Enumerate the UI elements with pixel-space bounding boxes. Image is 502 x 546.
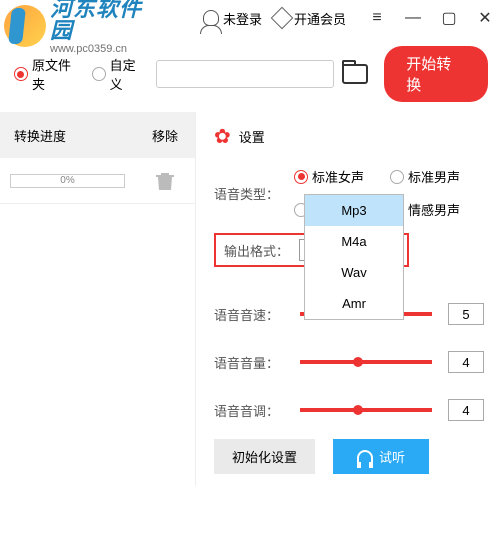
gear-icon: ✿: [214, 124, 231, 149]
start-convert-button[interactable]: 开始转换: [384, 46, 488, 102]
output-path-input[interactable]: [156, 60, 334, 88]
pitch-label: 语音音调：: [214, 401, 284, 420]
delete-button[interactable]: [135, 171, 195, 191]
radio-custom-label: 自定义: [110, 55, 149, 93]
volume-slider[interactable]: [300, 360, 432, 364]
format-option[interactable]: M4a: [305, 226, 403, 257]
col-progress-header: 转换进度: [0, 126, 135, 145]
col-remove-header: 移除: [135, 126, 195, 145]
voice-label: 情感男声: [408, 200, 460, 219]
radio-std-male[interactable]: 标准男声: [390, 167, 460, 186]
volume-label: 语音音量：: [214, 353, 284, 372]
list-item: 0%: [0, 158, 195, 204]
headphones-icon: [357, 450, 373, 464]
title-bar: 未登录 开通会员 ≡ — ▢ ✕: [0, 0, 502, 36]
speed-label: 语音音速：: [214, 305, 284, 324]
browse-folder-icon[interactable]: [342, 64, 368, 84]
voice-label: 标准男声: [408, 167, 460, 186]
minimize-button[interactable]: —: [404, 9, 422, 27]
user-icon: [203, 10, 219, 26]
speed-value[interactable]: 5: [448, 303, 484, 325]
login-label: 未登录: [223, 9, 262, 28]
trash-icon: [156, 171, 174, 191]
format-option[interactable]: Wav: [305, 257, 403, 288]
settings-title: 设置: [239, 127, 265, 146]
vip-label: 开通会员: [294, 9, 346, 28]
close-button[interactable]: ✕: [476, 9, 494, 27]
reset-button[interactable]: 初始化设置: [214, 439, 315, 474]
preview-button[interactable]: 试听: [333, 439, 429, 474]
volume-value[interactable]: 4: [448, 351, 484, 373]
maximize-button[interactable]: ▢: [440, 9, 458, 27]
menu-button[interactable]: ≡: [368, 9, 386, 27]
pitch-slider[interactable]: [300, 408, 432, 412]
radio-custom-folder[interactable]: 自定义: [92, 55, 149, 93]
voice-label: 标准女声: [312, 167, 364, 186]
radio-std-female[interactable]: 标准女声: [294, 167, 364, 186]
format-dropdown: Mp3 M4a Wav Amr: [304, 194, 404, 320]
progress-bar: 0%: [10, 174, 125, 188]
format-label: 输出格式：: [224, 241, 289, 260]
login-link[interactable]: 未登录: [203, 9, 262, 28]
pitch-value[interactable]: 4: [448, 399, 484, 421]
radio-original-folder[interactable]: 原文件夹: [14, 55, 84, 93]
radio-original-label: 原文件夹: [32, 55, 84, 93]
voice-type-label: 语音类型：: [214, 184, 284, 203]
preview-label: 试听: [379, 447, 405, 466]
format-option[interactable]: Mp3: [305, 195, 403, 226]
format-option[interactable]: Amr: [305, 288, 403, 319]
output-row: 原文件夹 自定义 开始转换: [0, 36, 502, 112]
vip-link[interactable]: 开通会员: [274, 9, 346, 28]
diamond-icon: [271, 7, 294, 30]
file-list-panel: 转换进度 移除 0%: [0, 112, 195, 486]
